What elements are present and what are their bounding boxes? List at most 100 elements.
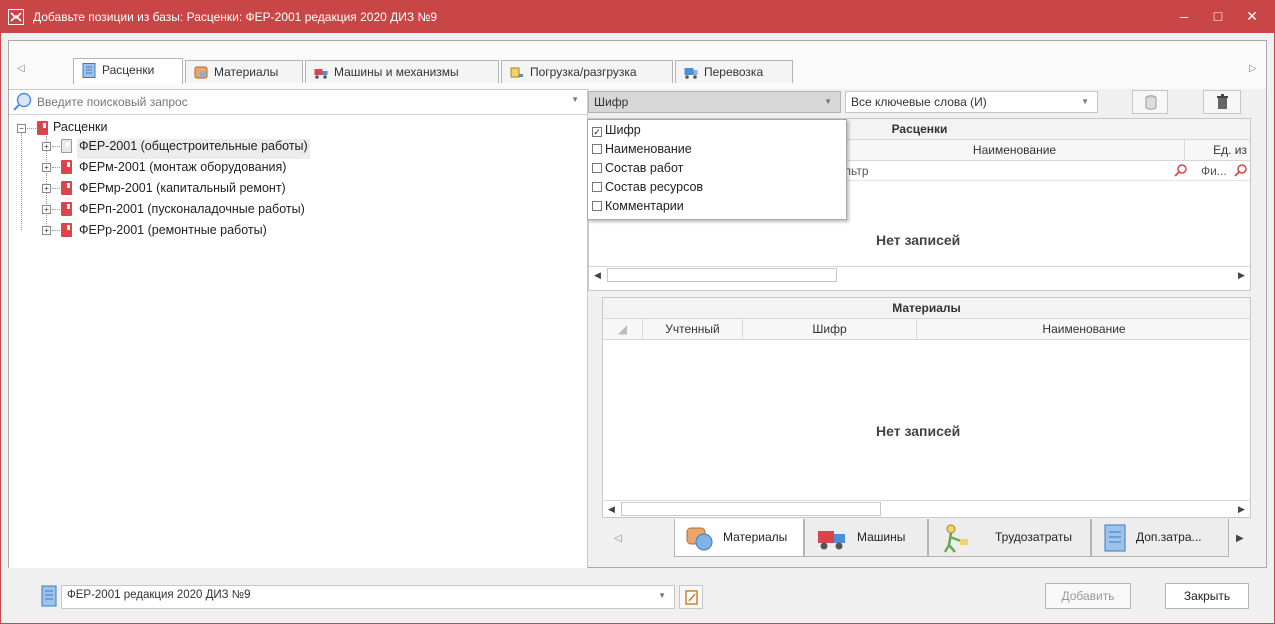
base-select-value: ФЕР-2001 редакция 2020 ДИЗ №9 xyxy=(67,589,251,601)
tree-item[interactable]: ФЕРм-2001 (монтаж оборудования) xyxy=(79,160,286,180)
search-field-combo[interactable]: Шифр ▼ xyxy=(588,91,841,113)
option-work-composition-label: Состав работ xyxy=(605,161,684,175)
tree-item[interactable]: ФЕР-2001 (общестроительные работы) xyxy=(77,139,310,159)
dialog-window: Добавьте позиции из базы: Расценки: ФЕР-… xyxy=(0,0,1275,624)
column-header-name[interactable]: Наименование xyxy=(845,140,1185,160)
tree-expand-icon[interactable]: + xyxy=(42,184,51,193)
tab-machines[interactable]: Машины и механизмы xyxy=(305,60,499,83)
materials-grid-title: Материалы xyxy=(603,298,1250,319)
scrollbar-thumb[interactable] xyxy=(607,268,837,282)
minimize-button[interactable]: – xyxy=(1166,1,1202,33)
column-header-code[interactable]: Шифр xyxy=(743,319,917,339)
maximize-button[interactable]: □ xyxy=(1200,1,1236,33)
bottom-tab-labor[interactable]: Трудозатраты xyxy=(928,519,1091,557)
bottom-tabs-scroll-right-icon[interactable]: ▶ xyxy=(1236,533,1244,544)
tab-rates[interactable]: Расценки xyxy=(73,58,183,84)
add-button[interactable]: Добавить xyxy=(1045,583,1131,609)
rates-tree-pane: ▼ − Расценки + ФЕР-2001 (общестроительны… xyxy=(9,89,588,568)
tree-expand-icon[interactable]: + xyxy=(42,226,51,235)
scroll-right-icon[interactable]: ▶ xyxy=(1233,502,1250,516)
column-header-accounted[interactable]: Учтенный xyxy=(643,319,743,339)
base-info-button[interactable] xyxy=(679,585,703,609)
book-icon xyxy=(61,181,72,195)
option-comments[interactable]: Комментарии xyxy=(592,199,684,219)
bottom-tabs-scroll-left-icon[interactable]: ◁ xyxy=(614,533,622,544)
tab-transport[interactable]: Перевозка xyxy=(675,60,793,83)
filter-search-icon[interactable] xyxy=(1174,164,1187,177)
book-icon xyxy=(37,121,48,135)
materials-grid-header: ◢ Учтенный Шифр Наименование xyxy=(603,319,1250,340)
filter-name-text[interactable]: льтр xyxy=(844,164,869,178)
tab-materials-label: Материалы xyxy=(214,65,279,79)
keywords-mode-value: Все ключевые слова (И) xyxy=(851,95,987,109)
checkbox-icon[interactable] xyxy=(592,144,602,154)
scroll-right-icon[interactable]: ▶ xyxy=(1233,268,1250,282)
scroll-left-icon[interactable]: ◀ xyxy=(603,502,620,516)
materials-empty-message: Нет записей xyxy=(876,423,961,439)
materials-horizontal-scrollbar[interactable]: ◀ ▶ xyxy=(603,500,1250,517)
tree-expand-icon[interactable]: + xyxy=(42,205,51,214)
option-name[interactable]: Наименование xyxy=(592,142,692,162)
filter-unit-text[interactable]: Фи... xyxy=(1201,164,1227,178)
checkbox-icon[interactable] xyxy=(592,201,602,211)
tab-materials[interactable]: Материалы xyxy=(185,60,303,83)
tree-expand-icon[interactable]: + xyxy=(42,163,51,172)
option-resource-composition[interactable]: Состав ресурсов xyxy=(592,180,703,200)
close-window-button[interactable]: ✕ xyxy=(1234,1,1270,33)
checkbox-checked-icon[interactable]: ✓ xyxy=(592,127,602,137)
tab-machines-label: Машины и механизмы xyxy=(334,65,459,79)
bottom-tab-extra-label: Доп.затра... xyxy=(1136,530,1202,544)
tab-loading-label: Погрузка/разгрузка xyxy=(530,65,637,79)
tree-item[interactable]: ФЕРп-2001 (пусконаладочные работы) xyxy=(79,202,305,222)
bottom-tab-extra[interactable]: Доп.затра... xyxy=(1091,519,1229,557)
rates-horizontal-scrollbar[interactable]: ◀ ▶ xyxy=(589,266,1250,283)
bottom-tab-labor-label: Трудозатраты xyxy=(995,530,1072,544)
loading-icon xyxy=(510,67,523,78)
search-field-value: Шифр xyxy=(594,95,629,109)
database-button[interactable] xyxy=(1132,90,1168,114)
keywords-mode-combo[interactable]: Все ключевые слова (И) ▼ xyxy=(845,91,1098,113)
close-button[interactable]: Закрыть xyxy=(1165,583,1249,609)
search-history-dropdown-icon[interactable]: ▼ xyxy=(571,95,579,104)
rates-book-icon xyxy=(82,63,96,78)
search-field-options-popup: ✓ Шифр Наименование Состав работ Состав р… xyxy=(587,119,847,220)
search-box: ▼ xyxy=(9,90,587,115)
tree-collapse-icon[interactable]: − xyxy=(17,124,26,133)
bottom-tab-materials[interactable]: Материалы xyxy=(674,519,804,557)
worker-icon xyxy=(943,524,968,553)
book-icon xyxy=(61,139,72,153)
column-header-unit[interactable]: Ед. из xyxy=(1185,140,1251,160)
scrollbar-thumb[interactable] xyxy=(621,502,881,516)
option-code-label: Шифр xyxy=(605,123,641,137)
materials-icon xyxy=(686,527,713,551)
tab-rates-label: Расценки xyxy=(102,63,155,77)
option-resource-composition-label: Состав ресурсов xyxy=(605,180,704,194)
search-input[interactable] xyxy=(37,93,557,111)
bottom-tab-machines[interactable]: Машины xyxy=(804,519,928,557)
window-title: Добавьте позиции из базы: Расценки: ФЕР-… xyxy=(33,10,438,24)
option-code[interactable]: ✓ Шифр xyxy=(592,123,641,143)
column-header-name[interactable]: Наименование xyxy=(917,319,1251,339)
tree-expand-icon[interactable]: + xyxy=(42,142,51,151)
tabs-scroll-left-icon[interactable]: ◁ xyxy=(17,63,25,74)
tree-root-rates[interactable]: Расценки xyxy=(53,120,107,140)
select-all-corner-icon[interactable]: ◢ xyxy=(603,319,643,339)
tree-item[interactable]: ФЕРмр-2001 (капитальный ремонт) xyxy=(79,181,286,201)
trash-icon xyxy=(1217,94,1228,109)
tab-loading[interactable]: Погрузка/разгрузка xyxy=(501,60,673,83)
clear-button[interactable] xyxy=(1203,90,1241,114)
base-select[interactable]: ФЕР-2001 редакция 2020 ДИЗ №9 ▼ xyxy=(61,585,675,609)
bottom-tab-materials-label: Материалы xyxy=(723,530,788,544)
scroll-left-icon[interactable]: ◀ xyxy=(589,268,606,282)
checkbox-icon[interactable] xyxy=(592,163,602,173)
tree-item[interactable]: ФЕРр-2001 (ремонтные работы) xyxy=(79,223,267,243)
truck-icon xyxy=(314,69,328,79)
checkbox-icon[interactable] xyxy=(592,182,602,192)
filter-search-icon[interactable] xyxy=(1234,164,1247,177)
chevron-down-icon: ▼ xyxy=(1081,97,1089,106)
materials-icon xyxy=(194,66,208,79)
truck-icon xyxy=(818,531,845,550)
option-work-composition[interactable]: Состав работ xyxy=(592,161,683,181)
app-logo-icon xyxy=(8,9,24,25)
tabs-scroll-right-icon[interactable]: ▷ xyxy=(1249,63,1257,74)
